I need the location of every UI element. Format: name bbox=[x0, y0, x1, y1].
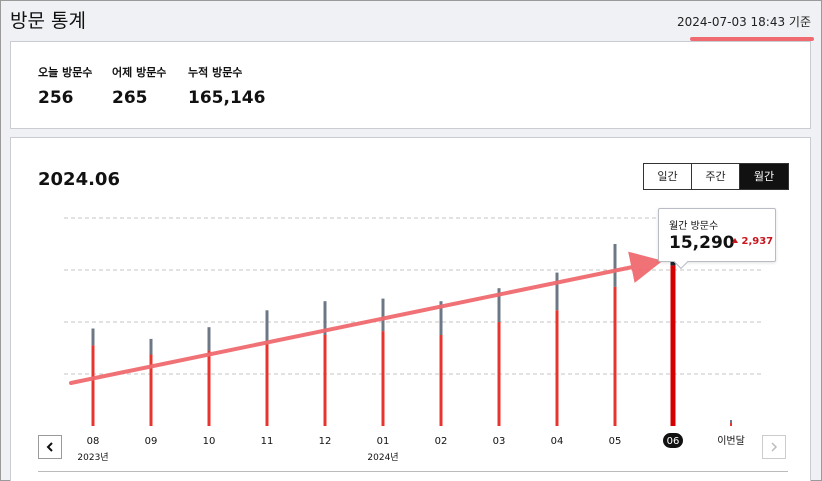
bar-primary bbox=[730, 423, 732, 426]
bar-secondary bbox=[730, 420, 732, 423]
bar-secondary[interactable] bbox=[555, 272, 559, 311]
year-label: 2023년 bbox=[77, 452, 108, 463]
chevron-right-icon bbox=[771, 442, 778, 452]
tooltip-label: 월간 방문수 bbox=[669, 221, 719, 232]
chevron-left-icon bbox=[46, 442, 53, 452]
tooltip-delta: 2,937 bbox=[732, 236, 773, 247]
bar-secondary[interactable] bbox=[149, 338, 153, 355]
triangle-up-icon bbox=[732, 238, 738, 243]
x-tick-label[interactable]: 03 bbox=[493, 436, 506, 447]
bar-primary[interactable] bbox=[323, 335, 327, 426]
header: 방문 통계 2024-07-03 18:43 기준 bbox=[1, 1, 821, 39]
bar-primary[interactable] bbox=[207, 350, 211, 426]
page-title: 방문 통계 bbox=[10, 10, 86, 32]
bar-primary[interactable] bbox=[613, 286, 617, 426]
prev-button[interactable] bbox=[38, 435, 62, 459]
x-tick-label[interactable]: 10 bbox=[203, 436, 216, 447]
bar-secondary[interactable] bbox=[207, 327, 211, 351]
chart-card: 2024.06 일간 주간 월간 08 09 10 11 12 01 02 03 04 05 06 이… bbox=[10, 137, 811, 481]
bar-primary[interactable] bbox=[91, 345, 95, 426]
stat-value: 256 bbox=[38, 88, 74, 108]
stat-label: 오늘 방문수 bbox=[38, 66, 93, 79]
year-label: 2024년 bbox=[367, 452, 398, 463]
timestamp: 2024-07-03 18:43 기준 bbox=[676, 15, 811, 29]
visits-bar-chart: 08 09 10 11 12 01 02 03 04 05 06 이번달 2023년 2024년 bbox=[64, 217, 761, 463]
x-tick-label[interactable]: 이번달 bbox=[717, 435, 745, 447]
x-tick-label[interactable]: 05 bbox=[609, 436, 622, 447]
x-tick-label[interactable]: 12 bbox=[319, 436, 332, 447]
bar-primary[interactable] bbox=[497, 322, 501, 426]
stat-value: 165,146 bbox=[188, 88, 266, 108]
bar-primary[interactable] bbox=[381, 331, 385, 426]
bar-secondary[interactable] bbox=[265, 310, 269, 343]
bar-secondary[interactable] bbox=[613, 244, 617, 287]
bar-secondary[interactable] bbox=[91, 328, 95, 346]
next-button[interactable] bbox=[762, 435, 786, 459]
bar-secondary[interactable] bbox=[381, 298, 385, 332]
stat-total: 누적 방문수 165,146 bbox=[188, 64, 265, 108]
tooltip-delta-value: 2,937 bbox=[741, 236, 774, 247]
bar-primary[interactable] bbox=[555, 310, 559, 426]
x-tick-label[interactable]: 02 bbox=[435, 436, 448, 447]
x-tick-label[interactable]: 11 bbox=[261, 436, 274, 447]
annotation-underline bbox=[690, 37, 814, 41]
stat-label: 어제 방문수 bbox=[112, 66, 167, 79]
stat-yesterday: 어제 방문수 265 bbox=[112, 64, 166, 108]
stats-card: 오늘 방문수 256 어제 방문수 265 누적 방문수 165,146 bbox=[10, 41, 811, 129]
axis-divider bbox=[38, 471, 788, 472]
tooltip: 월간 방문수 15,290 2,937 bbox=[658, 208, 776, 270]
x-tick-label[interactable]: 01 bbox=[377, 436, 390, 447]
x-tick-label[interactable]: 06 bbox=[667, 436, 680, 447]
stat-today: 오늘 방문수 256 bbox=[38, 64, 92, 108]
bar-primary[interactable] bbox=[670, 265, 676, 426]
x-tick-label[interactable]: 08 bbox=[87, 436, 100, 447]
annotation-arrow bbox=[69, 251, 663, 385]
bar-primary[interactable] bbox=[439, 335, 443, 426]
stat-label: 누적 방문수 bbox=[188, 66, 243, 79]
tooltip-value: 15,290 bbox=[669, 233, 735, 253]
x-tick-label[interactable]: 04 bbox=[551, 436, 564, 447]
x-tick-label[interactable]: 09 bbox=[145, 436, 158, 447]
bar-primary[interactable] bbox=[265, 342, 269, 426]
stat-value: 265 bbox=[112, 88, 148, 108]
